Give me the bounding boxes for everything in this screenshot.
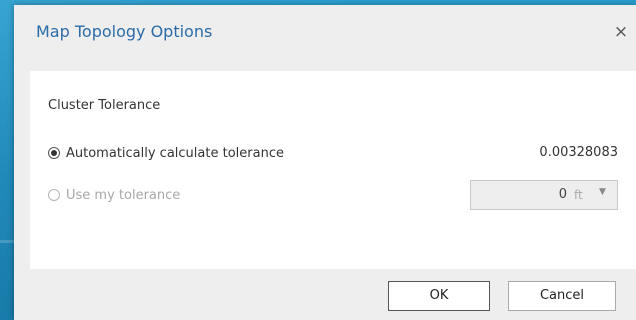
radio-auto-label[interactable]: Automatically calculate tolerance: [66, 146, 284, 161]
section-label-cluster-tolerance: Cluster Tolerance: [48, 98, 161, 113]
options-panel: Cluster Tolerance Automatically calculat…: [30, 71, 636, 269]
custom-tolerance-value: 0: [558, 187, 567, 202]
radio-auto-indicator[interactable]: [48, 147, 60, 159]
dialog-title: Map Topology Options: [36, 22, 213, 41]
dialog-title-bar: Map Topology Options ×: [14, 5, 636, 61]
chevron-down-icon[interactable]: ▼: [599, 187, 606, 197]
radio-custom-indicator[interactable]: [48, 189, 60, 201]
ok-button[interactable]: OK: [388, 281, 490, 311]
auto-tolerance-value: 0.00328083: [539, 145, 618, 160]
map-topology-options-dialog: Map Topology Options × Cluster Tolerance…: [14, 5, 636, 320]
tolerance-unit-select[interactable]: ft: [574, 188, 583, 202]
cancel-button[interactable]: Cancel: [508, 281, 616, 311]
radio-custom-tolerance[interactable]: Use my tolerance: [48, 185, 180, 205]
dialog-footer: OK Cancel: [14, 269, 636, 320]
custom-tolerance-input[interactable]: 0 ft ▼: [470, 180, 618, 210]
radio-custom-label[interactable]: Use my tolerance: [66, 188, 180, 203]
radio-auto-tolerance[interactable]: Automatically calculate tolerance: [48, 143, 284, 163]
close-icon[interactable]: ×: [610, 21, 632, 43]
